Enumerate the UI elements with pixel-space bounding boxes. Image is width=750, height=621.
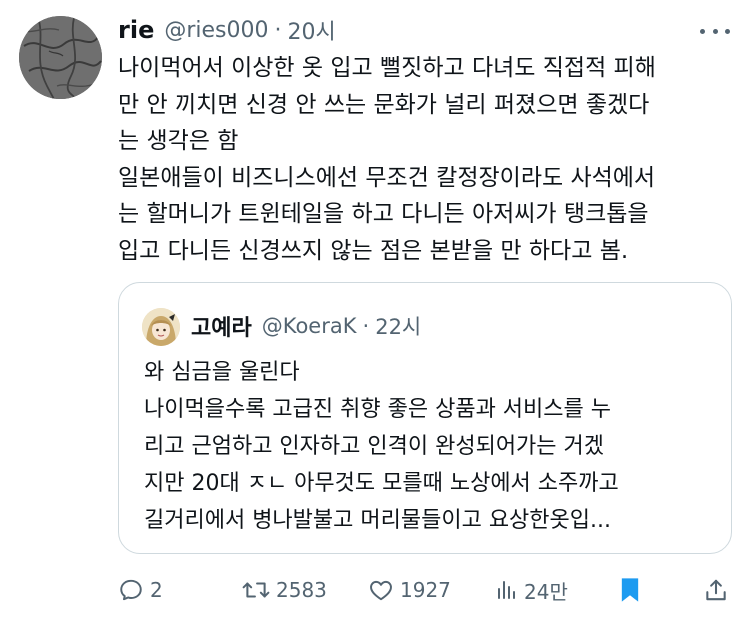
tweet-text: 나이먹어서 이상한 옷 입고 뻘짓하고 다녀도 직접적 피해 만 안 끼치면 신… [118, 50, 738, 269]
bookmark-icon [621, 578, 639, 602]
quoted-text-line: 지만 20대 ㅈㄴ 아무것도 모를때 노상에서 소주까고 [144, 471, 619, 496]
reply-button[interactable]: 2 [118, 570, 163, 610]
author-handle[interactable]: @ries000 [164, 18, 268, 43]
tweet-time[interactable]: 20시 [288, 14, 336, 46]
more-icon[interactable] [700, 20, 730, 42]
share-icon [706, 579, 726, 601]
like-icon [370, 580, 392, 601]
separator-dot: · [274, 17, 282, 43]
quoted-tweet[interactable]: 고예라 @KoeraK · 22시 와 심금을 울린다 나이먹을수록 고급진 취… [118, 282, 732, 554]
author-name[interactable]: rie [118, 16, 154, 44]
views-icon [498, 581, 515, 599]
action-bar: 2 2583 1927 24만 [0, 570, 750, 610]
avatar[interactable] [19, 16, 102, 99]
quoted-avatar[interactable] [142, 308, 180, 346]
retweet-count: 2583 [276, 578, 327, 602]
tweet-text-line: 는 생각은 함 [118, 128, 239, 154]
quoted-text: 와 심금을 울린다 나이먹을수록 고급진 취향 좋은 상품과 서비스를 누 리고… [144, 354, 724, 539]
views-count: 24만 [524, 579, 568, 604]
quoted-header: 고예라 @KoeraK · 22시 [191, 309, 421, 343]
retweet-icon [242, 582, 270, 598]
quoted-text-line: 길거리에서 병나발불고 머리물들이고 요상한옷입... [144, 508, 612, 533]
reply-icon [120, 579, 142, 601]
tweet-text-line: 는 할머니가 트윈테일을 하고 다니든 아저씨가 탱크톱을 [118, 201, 649, 227]
tweet-text-line: 입고 다니든 신경쓰지 않는 점은 본받을 만 하다고 봄. [118, 237, 629, 264]
retweet-button[interactable]: 2583 [242, 570, 327, 610]
like-count: 1927 [400, 578, 451, 602]
tweet-text-line: 일본애들이 비즈니스에선 무조건 칼정장이라도 사석에서 [118, 164, 656, 191]
like-button[interactable]: 1927 [368, 570, 451, 610]
tweet-text-line: 나이먹어서 이상한 옷 입고 뻘짓하고 다녀도 직접적 피해 [118, 55, 656, 81]
quoted-text-line: 나이먹을수록 고급진 취향 좋은 상품과 서비스를 누 [144, 397, 612, 422]
tweet-header: rie @ries000 · 20시 [118, 14, 336, 46]
quoted-author-name[interactable]: 고예라 [191, 310, 252, 342]
reply-count: 2 [150, 578, 163, 602]
quoted-author-handle[interactable]: @KoeraK [262, 314, 357, 338]
quoted-text-line: 리고 근엄하고 인자하고 인격이 완성되어가는 거겠 [144, 434, 605, 459]
quoted-time[interactable]: 22시 [375, 311, 421, 341]
share-button[interactable] [703, 570, 729, 610]
tweet-text-line: 만 안 끼치면 신경 안 쓰는 문화가 널리 퍼졌으면 좋겠다 [118, 91, 650, 118]
quoted-text-line: 와 심금을 울린다 [144, 360, 300, 385]
bookmark-button[interactable] [618, 570, 642, 610]
separator-dot: · [362, 314, 370, 338]
views-button[interactable]: 24만 [494, 570, 568, 610]
